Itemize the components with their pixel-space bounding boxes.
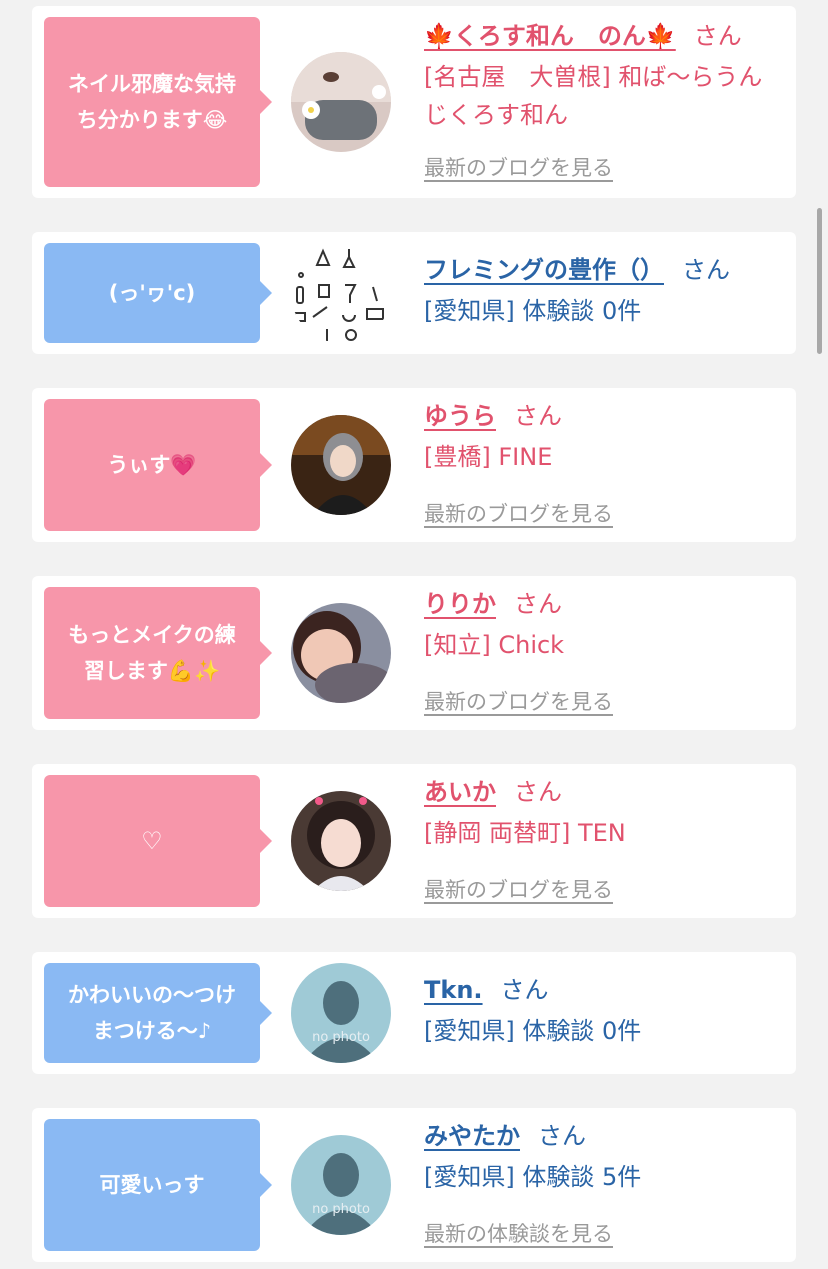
latest-review-link[interactable]: 最新の体験談を見る	[424, 1218, 613, 1248]
latest-blog-link[interactable]: 最新のブログを見る	[424, 152, 613, 182]
list-item: ♡ あいか さん [静岡 両替町] TEN 最新のブログを見る	[32, 764, 796, 918]
user-detail: [豊橋] FINE	[424, 443, 553, 471]
comment-text: 習します💪✨	[83, 659, 221, 683]
no-photo-avatar[interactable]: no photo	[291, 1135, 391, 1235]
scrollbar[interactable]	[817, 208, 822, 354]
latest-blog-link[interactable]: 最新のブログを見る	[424, 498, 613, 528]
user-name-link[interactable]: Tkn.	[424, 976, 483, 1004]
list-item: うぃす💗 ゆうら さん [豊橋] FINE 最新のブログを見る	[32, 388, 796, 542]
user-detail: [愛知県] 体験談 0件	[424, 297, 642, 325]
comment-text: ♡	[141, 827, 163, 855]
latest-blog-link[interactable]: 最新のブログを見る	[424, 686, 613, 716]
no-photo-label: no photo	[312, 1202, 370, 1217]
user-name-link[interactable]: フレミングの豊作（）	[424, 256, 664, 284]
comment-text: ネイル邪魔な気持	[68, 72, 236, 96]
user-detail: [知立] Chick	[424, 631, 565, 659]
user-detail: [名古屋 大曽根] 和ば〜らうんじくろす和ん	[424, 63, 763, 129]
user-name-link[interactable]: りりか	[424, 590, 496, 618]
woman-photo-avatar[interactable]	[291, 415, 391, 515]
list-item: もっとメイクの練 習します💪✨ りりか さん [知立] Chick 最新のブログを見…	[32, 576, 796, 730]
honorific-label: さん	[514, 590, 562, 618]
comment-bubble: ♡	[44, 775, 272, 907]
comment-text: まつける〜♪	[92, 1019, 212, 1043]
comment-text: 可愛いっす	[99, 1173, 205, 1197]
user-name-link[interactable]: あいか	[424, 778, 496, 806]
list-item: (っ'ヮ'c) フレミングの豊作（） さん [愛知県] 体験談 0件	[32, 232, 796, 354]
user-name-link[interactable]: みやたか	[424, 1122, 520, 1150]
comment-bubble: うぃす💗	[44, 399, 272, 531]
no-photo-avatar[interactable]: no photo	[291, 963, 391, 1063]
user-name-link[interactable]: 🍁くろす和ん のん🍁	[424, 22, 676, 50]
comment-text: (っ'ヮ'c)	[108, 281, 196, 305]
woman-photo-avatar[interactable]	[291, 603, 391, 703]
comment-text: もっとメイクの練	[68, 623, 236, 647]
honorific-label: さん	[693, 22, 742, 50]
honorific-label: さん	[514, 402, 562, 430]
user-detail: [愛知県] 体験談 0件	[424, 1017, 642, 1045]
lab-equipment-avatar[interactable]	[291, 243, 391, 343]
comment-bubble: ネイル邪魔な気持 ち分かります😂	[44, 17, 272, 187]
honorific-label: さん	[538, 1122, 586, 1150]
comment-text: ち分かります😂	[76, 108, 228, 132]
comment-bubble: (っ'ヮ'c)	[44, 243, 272, 343]
masked-face-avatar[interactable]	[291, 52, 391, 152]
honorific-label: さん	[500, 976, 549, 1004]
comment-text: うぃす💗	[107, 453, 197, 477]
list-item: かわいいの〜つけ まつける〜♪ no photo Tkn. さん [愛知県] 体験談…	[32, 952, 796, 1074]
user-name-link[interactable]: ゆうら	[424, 402, 496, 430]
comment-bubble: もっとメイクの練 習します💪✨	[44, 587, 272, 719]
honorific-label: さん	[682, 256, 730, 284]
comment-text: かわいいの〜つけ	[68, 983, 236, 1007]
list-item: ネイル邪魔な気持 ち分かります😂 🍁くろす和ん のん🍁 さん [名古屋 大曽根] 和…	[32, 6, 796, 198]
honorific-label: さん	[514, 778, 562, 806]
comment-bubble: かわいいの〜つけ まつける〜♪	[44, 963, 272, 1063]
no-photo-label: no photo	[312, 1030, 370, 1045]
user-detail: [愛知県] 体験談 5件	[424, 1163, 642, 1191]
latest-blog-link[interactable]: 最新のブログを見る	[424, 874, 613, 904]
list-item: 可愛いっす no photo みやたか さん [愛知県] 体験談 5件 最新の体験…	[32, 1108, 796, 1262]
comment-bubble: 可愛いっす	[44, 1119, 272, 1251]
user-detail: [静岡 両替町] TEN	[424, 819, 626, 847]
woman-photo-avatar[interactable]	[291, 791, 391, 891]
